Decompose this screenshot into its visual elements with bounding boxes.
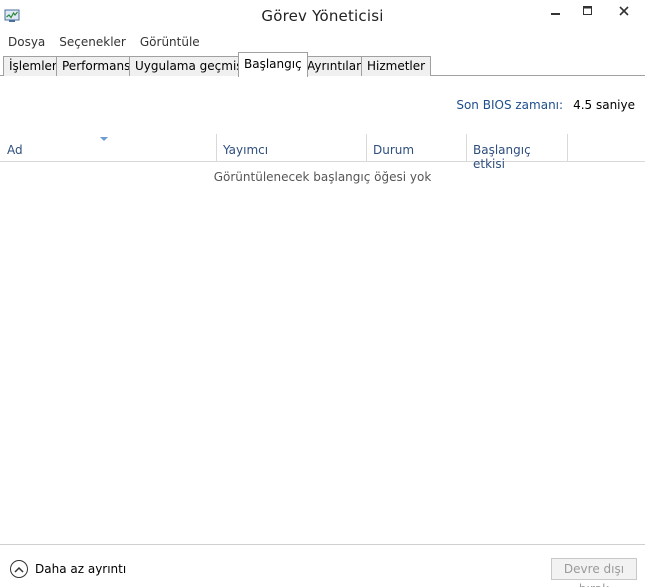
title-bar: Görev Yöneticisi bbox=[0, 0, 645, 32]
tab-startup[interactable]: Başlangıç bbox=[238, 52, 308, 77]
menu-view[interactable]: Görüntüle bbox=[140, 35, 200, 49]
menu-file[interactable]: Dosya bbox=[8, 35, 45, 49]
column-header-name[interactable]: Ad bbox=[0, 134, 216, 162]
maximize-button[interactable] bbox=[572, 0, 604, 22]
fewer-details-label: Daha az ayrıntı bbox=[35, 562, 127, 576]
maximize-icon bbox=[583, 6, 592, 15]
tab-details[interactable]: Ayrıntılar bbox=[301, 56, 368, 76]
table-header: Ad Yayımcı Durum Başlangıç etkisi bbox=[0, 134, 645, 171]
menu-bar: Dosya Seçenekler Görüntüle bbox=[0, 32, 645, 52]
column-header-startup-impact[interactable]: Başlangıç etkisi bbox=[466, 134, 567, 171]
fewer-details-button[interactable]: Daha az ayrıntı bbox=[10, 560, 126, 578]
tab-performance[interactable]: Performans bbox=[56, 56, 137, 76]
footer-bar: Daha az ayrıntı Devre dışı bırak bbox=[0, 544, 645, 587]
close-icon bbox=[619, 6, 629, 16]
disable-button[interactable]: Devre dışı bırak bbox=[551, 558, 637, 587]
tab-bar: İşlemler Performans Uygulama geçmişi Baş… bbox=[0, 52, 645, 77]
tab-processes[interactable]: İşlemler bbox=[3, 56, 63, 76]
menu-options[interactable]: Seçenekler bbox=[59, 35, 126, 49]
close-button[interactable] bbox=[604, 0, 644, 22]
empty-list-message: Görüntülenecek başlangıç öğesi yok bbox=[213, 170, 432, 184]
column-divider[interactable] bbox=[567, 134, 568, 162]
column-header-status[interactable]: Durum bbox=[366, 134, 466, 162]
tab-services[interactable]: Hizmetler bbox=[361, 56, 432, 76]
bios-time: Son BIOS zamanı: 4.5 saniye bbox=[456, 96, 635, 114]
minimize-button[interactable] bbox=[540, 0, 572, 22]
bios-time-label: Son BIOS zamanı: bbox=[456, 98, 564, 112]
tab-app-history[interactable]: Uygulama geçmişi bbox=[129, 56, 252, 76]
chevron-up-icon bbox=[10, 560, 28, 578]
minimize-icon bbox=[551, 13, 560, 15]
column-header-publisher[interactable]: Yayımcı bbox=[216, 134, 366, 162]
bios-time-value: 4.5 saniye bbox=[573, 98, 635, 112]
